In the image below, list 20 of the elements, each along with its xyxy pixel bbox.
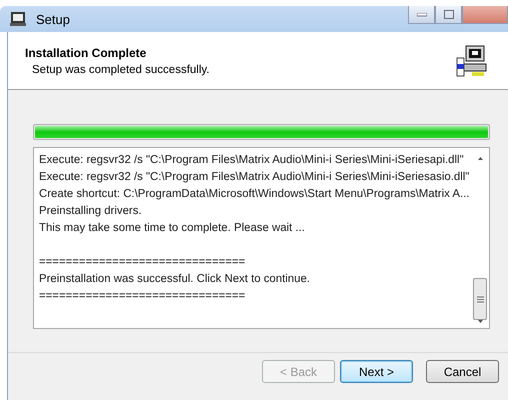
wizard-button[interactable]: Cancel: [426, 360, 499, 383]
scroll-thumb[interactable]: [473, 278, 487, 320]
log-line: Preinstallation was successful. Click Next to continue.: [39, 272, 311, 287]
log-line: Execute: regsvr32 /s "C:\Program Files\Matrix Audio\Mini-i Series\Mini-iSeriesasio.dll": [39, 170, 470, 185]
page-title: Installation Complete: [25, 46, 148, 60]
computer-install-icon: [454, 44, 488, 78]
log-line: Create shortcut: C:\ProgramData\Microsoft\Windows\Start Menu\Programs\Matrix A...: [39, 187, 470, 202]
log-line: ===============================: [39, 289, 246, 304]
maximize-button[interactable]: [435, 6, 462, 24]
log-line: This may take some time to complete. Please wait ...: [39, 221, 306, 236]
minimize-button[interactable]: [408, 6, 435, 24]
minimize-icon: [416, 12, 426, 16]
window-title: Setup: [36, 12, 70, 26]
log-line: Preinstalling drivers.: [39, 204, 143, 219]
maximize-icon: [444, 10, 454, 19]
wizard-button[interactable]: Next >: [340, 360, 413, 383]
log-line: Execute: regsvr32 /s "C:\Program Files\Matrix Audio\Mini-i Series\Mini-iSeriesapi.dll": [39, 153, 465, 168]
page-subtitle: Setup was completed successfully.: [31, 64, 210, 76]
computer-icon: [10, 11, 26, 27]
log-line: ===============================: [39, 255, 246, 270]
